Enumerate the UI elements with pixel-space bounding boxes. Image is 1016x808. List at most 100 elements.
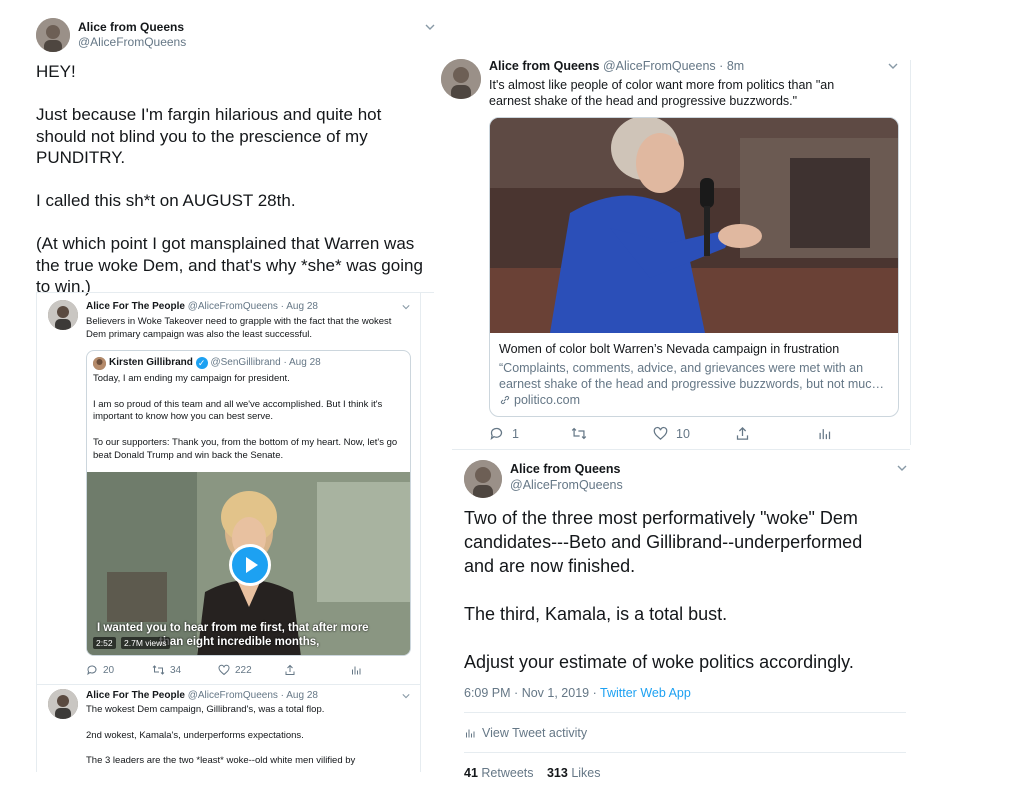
chevron-down-icon[interactable]: [402, 692, 410, 700]
quote-card[interactable]: Kirsten Gillibrand ✓ @SenGillibrand · Au…: [86, 350, 411, 656]
author-name[interactable]: Alice For The People: [86, 690, 185, 701]
chevron-down-icon[interactable]: [425, 22, 435, 32]
retweets-label: Retweets: [481, 766, 534, 780]
author-name: Kirsten Gillibrand: [109, 357, 193, 368]
analytics-icon: [466, 729, 475, 738]
card-domain: politico.com: [514, 393, 580, 407]
card-title: Women of color bolt Warren’s Nevada camp…: [499, 342, 840, 356]
reply-count: 1: [512, 426, 519, 441]
tweet-date[interactable]: Aug 28: [286, 301, 318, 312]
card-image: [490, 118, 898, 333]
share-icon: [285, 664, 295, 675]
author-handle[interactable]: @AliceFromQueens: [603, 59, 716, 73]
separator: ·: [514, 686, 519, 700]
retweet-button[interactable]: [571, 426, 653, 441]
thread-tweet-header: Alice For The People @AliceFromQueens · …: [86, 301, 318, 312]
author-handle: @SenGillibrand: [210, 357, 281, 368]
author-name[interactable]: Alice from Queens: [489, 59, 599, 73]
divider: [452, 449, 910, 450]
divider: [910, 60, 911, 445]
view-activity-link[interactable]: View Tweet activity: [464, 726, 587, 740]
retweet-icon: [571, 427, 587, 440]
likes-stat[interactable]: 313 Likes: [547, 766, 601, 780]
separator: ·: [280, 301, 285, 312]
card-domain-row: politico.com: [499, 393, 580, 407]
likes-label: Likes: [571, 766, 601, 780]
share-button[interactable]: [284, 664, 350, 676]
divider: [420, 292, 421, 772]
chevron-down-icon[interactable]: [897, 463, 907, 473]
tweet-actions: 1 10: [489, 426, 832, 441]
author-handle[interactable]: @AliceFromQueens: [188, 690, 278, 701]
activity-label: View Tweet activity: [482, 726, 588, 740]
heart-icon: [218, 664, 230, 676]
reply-count: 20: [103, 664, 115, 676]
reply-icon: [87, 665, 97, 676]
divider: [464, 712, 906, 713]
like-count: 222: [235, 664, 252, 676]
analytics-icon: [819, 429, 831, 440]
verified-icon: ✓: [195, 357, 208, 369]
tweet-text: The wokest Dem campaign, Gillibrand's, w…: [86, 704, 356, 767]
retweet-count: 34: [170, 664, 182, 676]
likes-count: 313: [546, 766, 568, 780]
play-icon[interactable]: [229, 544, 271, 586]
engagement-stats: 41 Retweets 313 Likes: [464, 766, 601, 780]
analytics-button[interactable]: [817, 426, 832, 441]
like-button[interactable]: 222: [218, 664, 284, 676]
tweet-text: Two of the three most performatively "wo…: [464, 508, 863, 672]
video-caption: than eight incredible months,: [159, 636, 320, 648]
tweet-text: HEY! Just because I'm fargin hilarious a…: [36, 62, 423, 296]
tweet-date[interactable]: Nov 1, 2019: [522, 686, 589, 700]
analytics-icon: [352, 666, 361, 675]
author-name[interactable]: Alice from Queens: [78, 20, 184, 34]
author-name[interactable]: Alice from Queens: [510, 462, 620, 476]
retweets-count: 41: [464, 766, 478, 780]
like-button[interactable]: 10: [653, 426, 735, 441]
source-app-link[interactable]: Twitter Web App: [600, 686, 691, 700]
chevron-down-icon[interactable]: [402, 303, 410, 311]
author-handle[interactable]: @AliceFromQueens: [510, 478, 623, 492]
avatar[interactable]: [36, 18, 70, 52]
like-count: 10: [676, 426, 690, 441]
video-player[interactable]: I wanted you to hear from me first, that…: [87, 472, 410, 655]
divider: [36, 292, 37, 772]
reply-button[interactable]: 1: [489, 426, 571, 441]
separator: ·: [592, 686, 597, 700]
analytics-button[interactable]: [350, 664, 362, 676]
avatar[interactable]: [48, 689, 78, 719]
link-icon: [500, 395, 510, 405]
tweet-header: Alice from Queens @AliceFromQueens · 8m: [489, 59, 744, 73]
divider: [464, 752, 906, 753]
reply-icon: [490, 427, 503, 440]
video-duration: 2:52: [93, 637, 116, 649]
divider: [37, 684, 420, 685]
retweet-button[interactable]: 34: [152, 664, 218, 676]
share-icon: [736, 426, 749, 440]
avatar[interactable]: [464, 460, 502, 498]
share-button[interactable]: [735, 426, 817, 441]
chevron-down-icon[interactable]: [888, 61, 898, 71]
author-name[interactable]: Alice For The People: [86, 301, 185, 312]
video-caption: I wanted you to hear from me first, that…: [97, 622, 369, 634]
avatar: [93, 357, 106, 370]
author-handle[interactable]: @AliceFromQueens: [188, 301, 278, 312]
tweet-meta: 6:09 PM · Nov 1, 2019 · Twitter Web App: [464, 686, 691, 700]
thread-tweet-header: Alice For The People @AliceFromQueens · …: [86, 690, 318, 701]
retweets-stat[interactable]: 41 Retweets: [464, 766, 537, 780]
separator: ·: [283, 357, 287, 368]
divider: [36, 292, 434, 293]
reply-button[interactable]: 20: [86, 664, 152, 676]
separator: ·: [280, 690, 285, 701]
avatar[interactable]: [48, 300, 78, 330]
author-handle[interactable]: @AliceFromQueens: [78, 35, 186, 49]
link-card[interactable]: Women of color bolt Warren’s Nevada camp…: [489, 117, 899, 417]
tweet-date[interactable]: Aug 28: [286, 690, 318, 701]
tweet-time[interactable]: 6:09 PM: [464, 686, 511, 700]
retweet-icon: [152, 665, 165, 675]
tweet-text: Believers in Woke Takeover need to grapp…: [86, 316, 392, 340]
tweet-time[interactable]: 8m: [727, 59, 744, 73]
avatar[interactable]: [441, 59, 481, 99]
quote-header: Kirsten Gillibrand ✓ @SenGillibrand · Au…: [109, 357, 321, 369]
heart-icon: [653, 426, 668, 440]
